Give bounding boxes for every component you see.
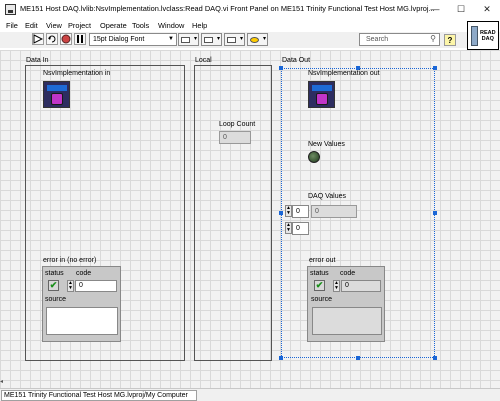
selection-handle[interactable] <box>279 356 283 360</box>
search-placeholder: Search <box>366 36 389 43</box>
vi-icon[interactable]: READ DAQ <box>467 21 499 50</box>
abort-button[interactable] <box>60 33 72 45</box>
daq-values-element: 0 <box>311 205 357 218</box>
error-out-code-stepper: ▲ ▼ <box>333 280 340 292</box>
local-cluster[interactable] <box>194 65 272 361</box>
chevron-down-icon: ▾ <box>216 36 220 42</box>
error-out-source-label: source <box>311 296 333 303</box>
chevron-down-icon: ▾ <box>193 36 197 42</box>
close-button[interactable]: ✕ <box>476 2 498 17</box>
status-bar: ME151 Trinity Functional Test Host MG.lv… <box>0 388 500 401</box>
font-select[interactable]: 15pt Dialog Font ▼ <box>89 33 177 46</box>
error-in-status-label: status <box>45 270 64 277</box>
maximize-button[interactable]: ☐ <box>450 2 472 17</box>
scroll-left-arrow[interactable]: ◂ <box>0 378 8 388</box>
project-path: ME151 Trinity Functional Test Host MG.lv… <box>1 390 197 401</box>
toolbar: 15pt Dialog Font ▼ ▾ ▾ ▾ ▾ Search ⚲ <box>0 32 500 48</box>
error-in-source-field[interactable] <box>46 307 118 335</box>
front-panel: Data In NsvImplementation in error in (n… <box>0 50 500 388</box>
data-out-label: Data Out <box>282 57 311 64</box>
selection-handle[interactable] <box>433 66 437 70</box>
reorder-dropdown[interactable]: ▾ <box>247 33 268 46</box>
error-in-code-label: code <box>76 270 92 277</box>
new-values-label: New Values <box>308 141 345 148</box>
chevron-down-icon: ▼ <box>168 36 174 42</box>
menu-project[interactable]: Project <box>68 21 91 30</box>
distribute-objects-dropdown[interactable]: ▾ <box>201 33 222 46</box>
daq-index-1-stepper[interactable]: ▲ ▼ <box>285 205 292 217</box>
pause-button[interactable] <box>74 33 86 45</box>
class-screen-icon <box>312 85 332 91</box>
nsv-out-label: NsvImplementation out <box>308 70 380 77</box>
pause-icon <box>77 35 83 43</box>
daq-index-2-field[interactable]: 0 <box>292 222 309 235</box>
vi-icon-text: READ DAQ <box>480 30 496 42</box>
selection-handle[interactable] <box>279 66 283 70</box>
error-in-status-checkbox[interactable]: ✔ <box>48 280 59 291</box>
error-out-status-label: status <box>310 270 329 277</box>
error-in-code-stepper[interactable]: ▲ ▼ <box>67 280 74 292</box>
loop-count-label: Loop Count <box>219 121 256 128</box>
menu-view[interactable]: View <box>46 21 62 30</box>
loop-count-indicator: 0 <box>219 131 251 144</box>
search-input[interactable]: Search ⚲ <box>359 33 440 46</box>
run-arrow-icon <box>33 34 44 44</box>
run-continuously-button[interactable] <box>46 33 58 45</box>
daq-index-1-field[interactable]: 0 <box>292 205 309 218</box>
error-in-label: error in (no error) <box>43 257 97 264</box>
search-icon: ⚲ <box>430 34 436 43</box>
chevron-down-icon: ▾ <box>262 36 266 42</box>
menu-bar: File Edit View Project Operate Tools Win… <box>0 19 500 32</box>
minimize-button[interactable]: — <box>424 2 446 17</box>
class-cube-icon <box>316 93 328 105</box>
window-title: ME151 Host DAQ.lvlib:NsvImplementation.l… <box>20 4 435 13</box>
error-in-code-field[interactable]: 0 <box>75 280 117 292</box>
resize-objects-icon <box>227 37 236 43</box>
align-objects-dropdown[interactable]: ▾ <box>178 33 199 46</box>
selection-handle[interactable] <box>356 356 360 360</box>
resize-objects-dropdown[interactable]: ▾ <box>224 33 245 46</box>
menu-edit[interactable]: Edit <box>25 21 38 30</box>
nsv-in-label: NsvImplementation in <box>43 70 111 77</box>
data-in-label: Data In <box>26 57 49 64</box>
context-help-button[interactable]: ? <box>444 34 456 46</box>
selection-handle[interactable] <box>433 356 437 360</box>
menu-window[interactable]: Window <box>158 21 184 30</box>
selection-handle[interactable] <box>433 211 437 215</box>
chevron-down-icon: ▾ <box>239 36 243 42</box>
align-objects-icon <box>181 37 190 43</box>
error-in-source-label: source <box>45 296 67 303</box>
menu-operate[interactable]: Operate <box>100 21 127 30</box>
selection-handle[interactable] <box>279 211 283 215</box>
distribute-objects-icon <box>204 37 213 43</box>
new-values-led <box>308 151 320 163</box>
nsv-out-indicator[interactable] <box>308 81 335 108</box>
daq-index-2-stepper[interactable]: ▲ ▼ <box>285 222 292 234</box>
run-button[interactable] <box>32 33 44 45</box>
daq-values-label: DAQ Values <box>308 193 346 200</box>
menu-file[interactable]: File <box>6 21 18 30</box>
error-out-status-indicator: ✔ <box>314 280 325 291</box>
run-continuously-icon <box>48 35 56 43</box>
local-label: Local <box>195 57 212 64</box>
labview-vi-icon <box>5 4 16 15</box>
menu-tools[interactable]: Tools <box>132 21 149 30</box>
nsv-in-control[interactable] <box>43 81 70 108</box>
class-screen-icon <box>47 85 67 91</box>
class-cube-icon <box>51 93 63 105</box>
vi-icon-graphic <box>471 26 478 46</box>
abort-stop-icon <box>61 34 71 44</box>
reorder-icon <box>250 37 259 43</box>
error-out-code-field: 0 <box>341 280 381 292</box>
title-bar: ME151 Host DAQ.lvlib:NsvImplementation.l… <box>0 0 500 19</box>
menu-help[interactable]: Help <box>192 21 207 30</box>
font-select-value: 15pt Dialog Font <box>93 36 145 43</box>
error-out-label: error out <box>309 257 336 264</box>
error-out-code-label: code <box>340 270 356 277</box>
error-out-source-field <box>312 307 382 335</box>
